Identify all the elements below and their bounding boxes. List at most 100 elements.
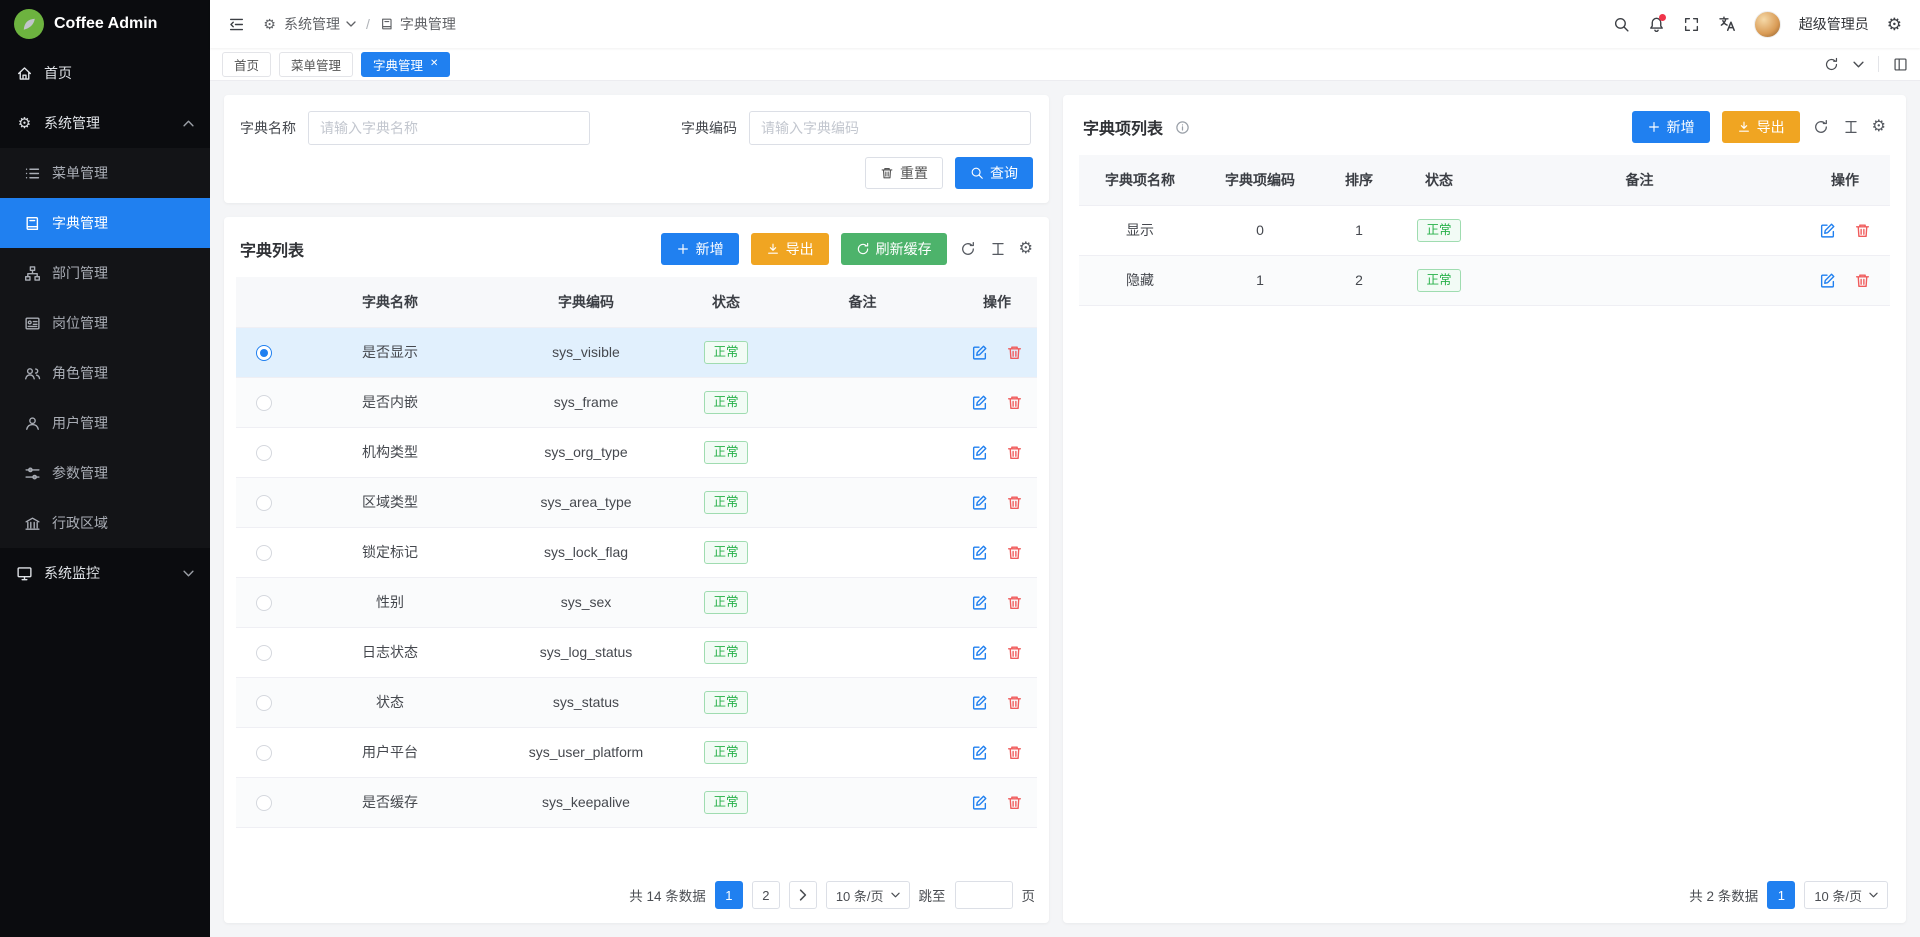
delete-icon[interactable] [1006,694,1023,711]
tab-options-button[interactable] [1853,61,1864,68]
edit-icon[interactable] [971,344,988,361]
language-button[interactable] [1718,15,1736,33]
delete-icon[interactable] [1006,544,1023,561]
page-button-2[interactable]: 2 [752,881,780,909]
refresh-tab-button[interactable] [1824,57,1839,72]
edit-icon[interactable] [971,694,988,711]
export-dict-item-button[interactable]: 导出 [1722,111,1800,143]
page-size-select[interactable]: 10 条/页 [1804,881,1888,909]
jump-page-input[interactable] [955,881,1013,909]
row-radio[interactable] [256,595,272,611]
sidebar-item-system[interactable]: ⚙ 系统管理 [0,98,210,148]
table-row[interactable]: 机构类型 sys_org_type 正常 [236,427,1037,477]
avatar[interactable] [1754,11,1781,38]
tab-dict-mgmt[interactable]: 字典管理 ✕ [361,52,450,77]
delete-icon[interactable] [1006,744,1023,761]
row-radio[interactable] [256,745,272,761]
edit-icon[interactable] [971,794,988,811]
page-button-1[interactable]: 1 [715,881,743,909]
table-row[interactable]: 显示 0 1 正常 [1079,205,1890,255]
breadcrumb-system[interactable]: ⚙ 系统管理 [261,14,356,34]
breadcrumb-dict[interactable]: 字典管理 [380,14,456,34]
export-dict-button[interactable]: 导出 [751,233,829,265]
row-radio[interactable] [256,495,272,511]
row-radio[interactable] [256,695,272,711]
table-row[interactable]: 日志状态 sys_log_status 正常 [236,627,1037,677]
edit-icon[interactable] [971,394,988,411]
delete-icon[interactable] [1006,594,1023,611]
row-radio[interactable] [256,445,272,461]
edit-icon[interactable] [971,594,988,611]
row-radio[interactable] [256,545,272,561]
edit-icon[interactable] [971,644,988,661]
tab-home[interactable]: 首页 [222,52,271,77]
fullscreen-button[interactable] [1683,16,1700,33]
close-icon[interactable]: ✕ [430,59,438,69]
page-size-select[interactable]: 10 条/页 [826,881,910,909]
sidebar-item-menu-mgmt[interactable]: 菜单管理 [0,148,210,198]
delete-icon[interactable] [1854,222,1871,239]
tab-menu-mgmt[interactable]: 菜单管理 [279,52,353,77]
delete-icon[interactable] [1006,344,1023,361]
table-settings-gear-icon[interactable]: ⚙ [1872,119,1886,135]
reload-table-button[interactable] [959,240,977,258]
query-button[interactable]: 查询 [955,157,1033,189]
dict-code-input[interactable] [749,111,1031,145]
delete-icon[interactable] [1006,394,1023,411]
search-button[interactable] [1613,16,1630,33]
row-radio[interactable] [256,795,272,811]
add-dict-button[interactable]: 新增 [661,233,739,265]
edit-icon[interactable] [971,744,988,761]
dict-code: sys_org_type [488,427,684,477]
reset-button[interactable]: 重置 [865,157,943,189]
delete-icon[interactable] [1006,644,1023,661]
download-icon [1737,120,1751,134]
row-density-button[interactable] [989,240,1007,258]
notifications-button[interactable] [1648,16,1665,33]
refresh-cache-button[interactable]: 刷新缓存 [841,233,947,265]
username[interactable]: 超级管理员 [1799,14,1869,34]
row-radio[interactable] [256,645,272,661]
table-row[interactable]: 状态 sys_status 正常 [236,677,1037,727]
next-page-button[interactable] [789,881,817,909]
delete-icon[interactable] [1854,272,1871,289]
table-row[interactable]: 隐藏 1 2 正常 [1079,255,1890,305]
row-density-button[interactable] [1842,118,1860,136]
table-row[interactable]: 是否缓存 sys_keepalive 正常 [236,777,1037,827]
edit-icon[interactable] [1819,272,1836,289]
table-row[interactable]: 用户平台 sys_user_platform 正常 [236,727,1037,777]
edit-icon[interactable] [971,494,988,511]
sidebar-item-role-mgmt[interactable]: 角色管理 [0,348,210,398]
sidebar-collapse-button[interactable] [228,16,245,33]
table-row[interactable]: 是否内嵌 sys_frame 正常 [236,377,1037,427]
table-settings-gear-icon[interactable]: ⚙ [1019,241,1033,257]
table-row[interactable]: 是否显示 sys_visible 正常 [236,327,1037,377]
edit-icon[interactable] [971,444,988,461]
dict-name-input[interactable] [308,111,590,145]
sidebar-item-dict-mgmt[interactable]: 字典管理 [0,198,210,248]
page-button-1[interactable]: 1 [1767,881,1795,909]
sidebar-item-user-mgmt[interactable]: 用户管理 [0,398,210,448]
edit-icon[interactable] [971,544,988,561]
table-row[interactable]: 性别 sys_sex 正常 [236,577,1037,627]
sidebar-item-region-mgmt[interactable]: 行政区域 [0,498,210,548]
table-row[interactable]: 锁定标记 sys_lock_flag 正常 [236,527,1037,577]
info-icon[interactable] [1175,120,1190,135]
edit-icon[interactable] [1819,222,1836,239]
sidebar-item-home[interactable]: 首页 [0,48,210,98]
table-row[interactable]: 区域类型 sys_area_type 正常 [236,477,1037,527]
sidebar-item-dept-mgmt[interactable]: 部门管理 [0,248,210,298]
row-radio[interactable] [256,345,272,361]
add-dict-item-button[interactable]: 新增 [1632,111,1710,143]
sidebar-item-param-mgmt[interactable]: 参数管理 [0,448,210,498]
delete-icon[interactable] [1006,794,1023,811]
reload-table-button[interactable] [1812,118,1830,136]
settings-gear-icon[interactable]: ⚙ [1887,16,1902,33]
panel-layout-button[interactable] [1893,57,1908,72]
app-logo[interactable]: Coffee Admin [0,0,210,48]
row-radio[interactable] [256,395,272,411]
delete-icon[interactable] [1006,494,1023,511]
sidebar-item-monitor[interactable]: 系统监控 [0,548,210,598]
sidebar-item-post-mgmt[interactable]: 岗位管理 [0,298,210,348]
delete-icon[interactable] [1006,444,1023,461]
